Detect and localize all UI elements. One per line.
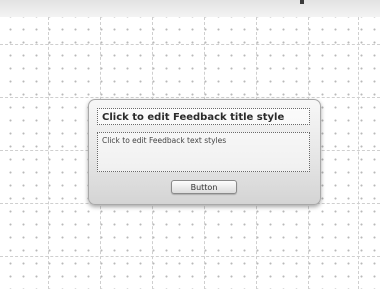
guide-line (358, 17, 359, 289)
top-toolbar-strip (0, 0, 380, 17)
guide-line (0, 256, 380, 257)
feedback-button[interactable]: Button (171, 180, 237, 194)
guide-line (0, 44, 380, 45)
feedback-text-placeholder[interactable]: Click to edit Feedback text styles (97, 132, 310, 172)
guide-line (48, 17, 49, 289)
feedback-title-placeholder[interactable]: Click to edit Feedback title style (97, 108, 310, 125)
toolbar-marker (300, 0, 304, 4)
guide-line (0, 97, 380, 98)
feedback-dialog[interactable]: Click to edit Feedback title style Click… (88, 99, 321, 205)
